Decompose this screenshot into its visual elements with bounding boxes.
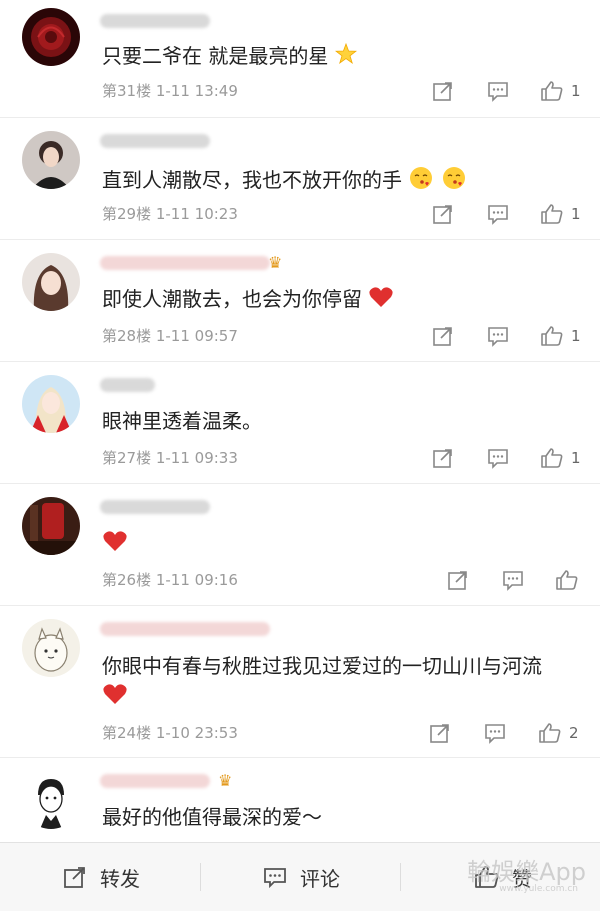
like-count: 2 xyxy=(569,724,579,742)
comment-text: 即使人潮散去，也会为你停留 xyxy=(102,285,394,316)
comment-meta: 第29楼 1-11 10:23 xyxy=(102,205,238,223)
thumbs-up-icon[interactable] xyxy=(540,324,564,348)
comment-text: 直到人潮散尽，我也不放开你的手 xyxy=(102,165,467,198)
like-count: 1 xyxy=(571,205,581,223)
divider xyxy=(200,863,201,891)
star-icon xyxy=(334,42,357,72)
avatar[interactable] xyxy=(22,8,80,66)
comment-text: 只要二爷在 就是最亮的星 xyxy=(102,42,357,72)
like-count: 1 xyxy=(571,327,581,345)
kiss-emoji-icon xyxy=(408,165,434,198)
comment-item: ♛ 即使人潮散去，也会为你停留 第28楼 1-11 09:57 1 xyxy=(0,239,600,362)
divider xyxy=(400,863,401,891)
thumbs-up-icon[interactable] xyxy=(540,202,564,226)
avatar[interactable] xyxy=(22,131,80,189)
comment-icon xyxy=(264,868,286,889)
username[interactable] xyxy=(100,256,270,270)
thumbs-up-icon[interactable] xyxy=(540,446,564,470)
comment-icon[interactable] xyxy=(486,202,510,226)
comment-text: 你眼中有春与秋胜过我见过爱过的一切山川与河流 xyxy=(102,651,542,714)
comment-label: 评论 xyxy=(300,866,340,891)
crown-icon: ♛ xyxy=(268,253,283,272)
thumbs-up-icon[interactable] xyxy=(538,721,562,745)
username[interactable] xyxy=(100,774,210,788)
avatar[interactable] xyxy=(22,253,80,311)
comment-icon[interactable] xyxy=(486,79,510,103)
comment-item: ♛ 最好的他值得最深的爱～ xyxy=(0,757,600,842)
comment-meta: 第31楼 1-11 13:49 xyxy=(102,82,238,100)
thumbs-up-icon[interactable] xyxy=(540,79,564,103)
kiss-emoji-icon xyxy=(441,165,467,198)
watermark-url: www.yule.com.cn xyxy=(499,884,578,894)
repost-label: 转发 xyxy=(100,866,140,891)
comment-item: 直到人潮散尽，我也不放开你的手 第29楼 1-11 10:23 1 xyxy=(0,117,600,240)
heart-icon xyxy=(102,682,128,714)
avatar[interactable] xyxy=(22,771,80,829)
share-icon[interactable] xyxy=(446,568,470,592)
username[interactable] xyxy=(100,622,270,636)
comment-item: 你眼中有春与秋胜过我见过爱过的一切山川与河流 第24楼 1-10 23:53 2 xyxy=(0,605,600,758)
avatar[interactable] xyxy=(22,375,80,433)
share-icon[interactable] xyxy=(431,324,455,348)
share-icon xyxy=(64,867,85,888)
comment-icon[interactable] xyxy=(501,568,525,592)
username[interactable] xyxy=(100,500,210,514)
comment-meta: 第24楼 1-10 23:53 xyxy=(102,724,238,742)
comment-text: 最好的他值得最深的爱～ xyxy=(102,805,322,829)
crown-icon: ♛ xyxy=(218,771,233,790)
comment-item: 只要二爷在 就是最亮的星 第31楼 1-11 13:49 1 xyxy=(0,0,600,118)
username[interactable] xyxy=(100,378,155,392)
repost-button[interactable]: 转发 xyxy=(62,843,140,911)
like-count: 1 xyxy=(571,449,581,467)
thumbs-up-icon[interactable] xyxy=(555,568,579,592)
comment-icon[interactable] xyxy=(486,446,510,470)
heart-icon xyxy=(368,285,394,316)
comment-icon[interactable] xyxy=(483,721,507,745)
heart-icon xyxy=(102,529,128,560)
comment-button[interactable]: 评论 xyxy=(262,843,340,911)
like-count: 1 xyxy=(571,82,581,100)
share-icon[interactable] xyxy=(431,446,455,470)
share-icon[interactable] xyxy=(431,202,455,226)
avatar[interactable] xyxy=(22,619,80,677)
comment-meta: 第28楼 1-11 09:57 xyxy=(102,327,238,345)
comment-meta: 第26楼 1-11 09:16 xyxy=(102,571,238,589)
comment-item: 第26楼 1-11 09:16 xyxy=(0,483,600,606)
watermark: 輪娛樂App xyxy=(467,858,586,886)
comment-item: 眼神里透着温柔。 第27楼 1-11 09:33 1 xyxy=(0,361,600,484)
comment-text: 眼神里透着温柔。 xyxy=(102,409,262,433)
comment-icon[interactable] xyxy=(486,324,510,348)
share-icon[interactable] xyxy=(428,721,452,745)
avatar[interactable] xyxy=(22,497,80,555)
comment-meta: 第27楼 1-11 09:33 xyxy=(102,449,238,467)
comment-text xyxy=(102,529,128,560)
username[interactable] xyxy=(100,134,210,148)
share-icon[interactable] xyxy=(431,79,455,103)
username[interactable] xyxy=(100,14,210,28)
